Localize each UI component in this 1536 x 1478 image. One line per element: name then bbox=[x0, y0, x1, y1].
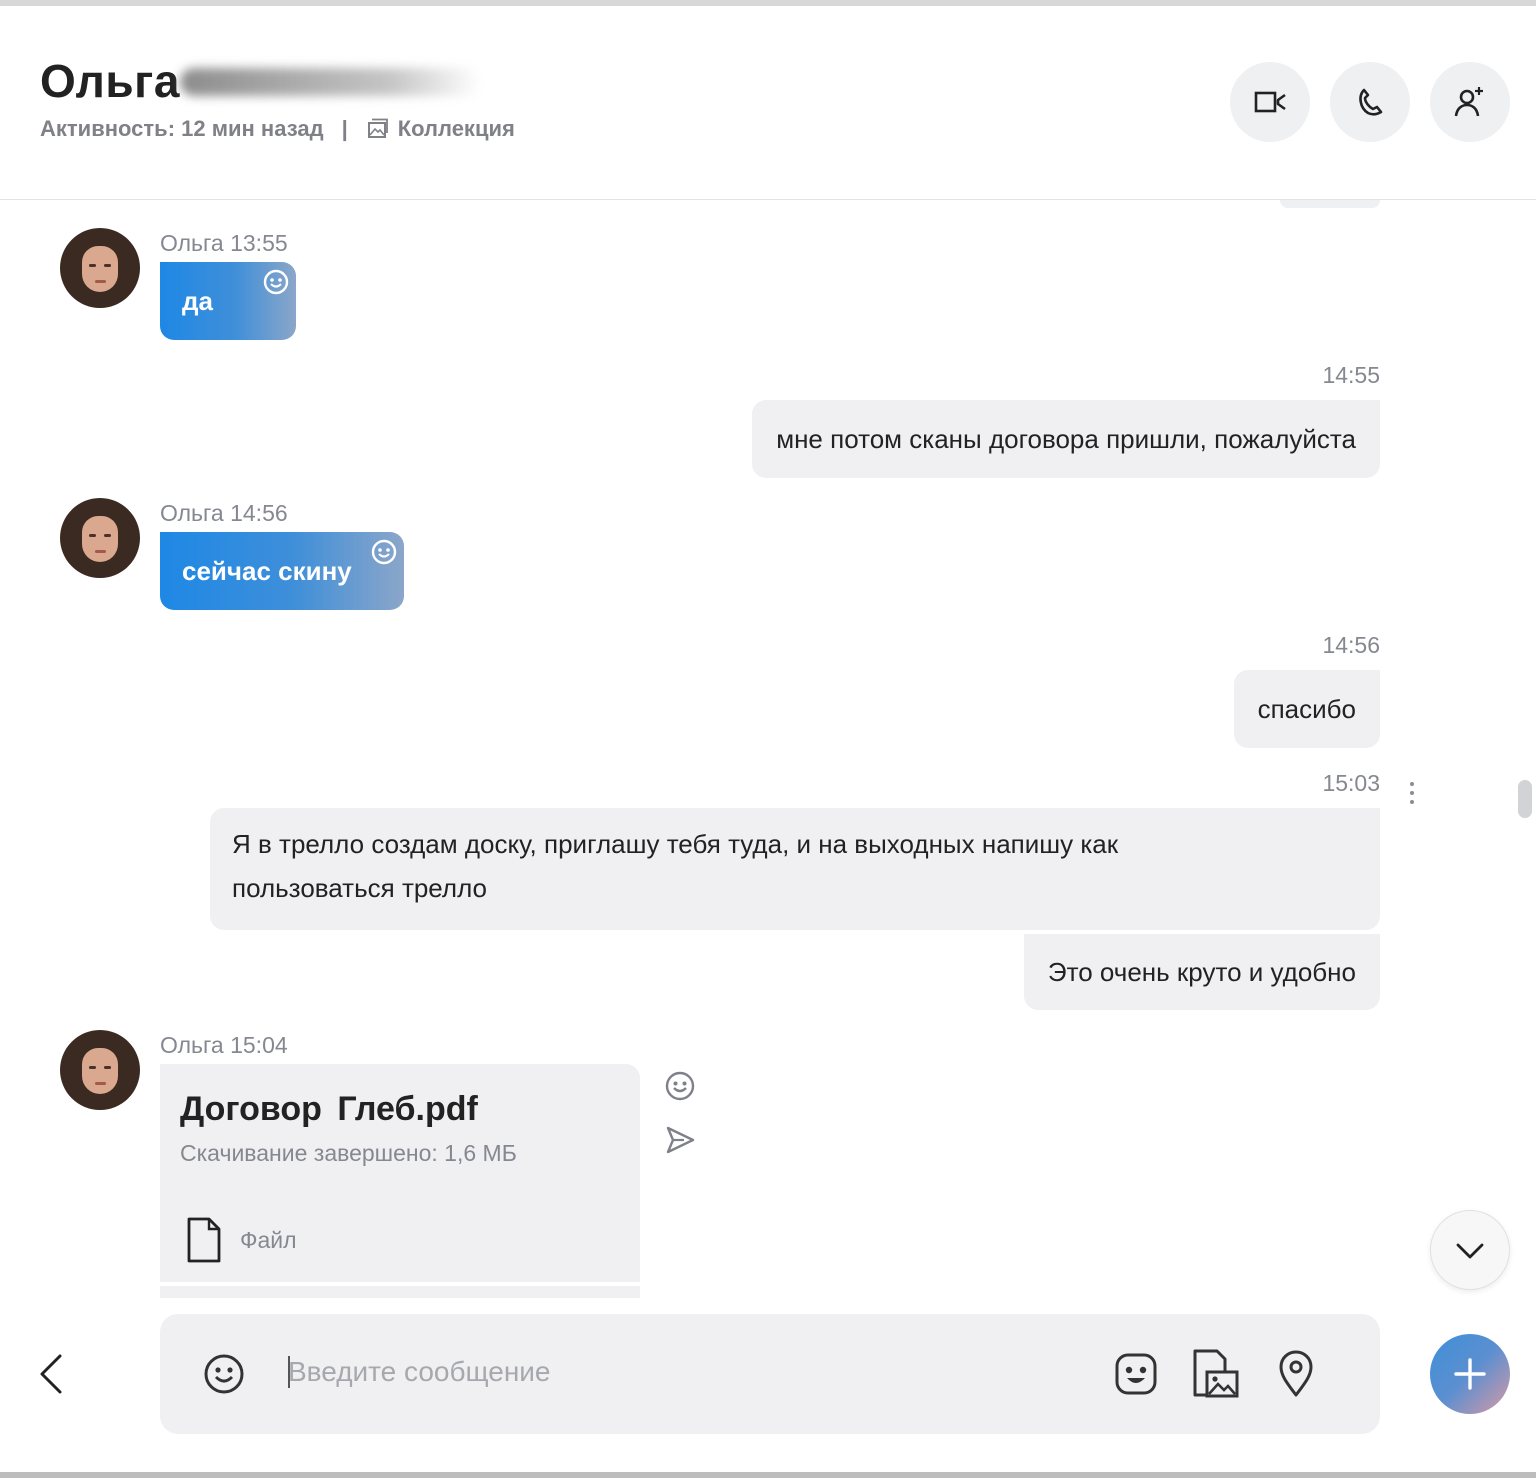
contact-subline: Активность: 12 мин назад | Коллекция bbox=[40, 116, 515, 142]
message-options-icon[interactable] bbox=[1400, 778, 1424, 808]
phone-icon bbox=[1359, 88, 1383, 116]
collection-link[interactable]: Коллекция bbox=[398, 116, 515, 142]
file-attachment-card[interactable]: Договор Глеб.pdf Скачивание завершено: 1… bbox=[160, 1064, 640, 1282]
outgoing-message-bubble[interactable]: мне потом сканы договора пришли, пожалуй… bbox=[752, 400, 1380, 478]
file-name: Договор Глеб.pdf bbox=[180, 1090, 478, 1128]
message-time: 14:55 bbox=[1322, 362, 1380, 388]
message-meta: Ольга 15:04 bbox=[160, 1032, 288, 1058]
chat-header: Ольга Активность: 12 мин назад | Коллекц… bbox=[0, 6, 1536, 200]
contact-name[interactable]: Ольга bbox=[40, 54, 180, 108]
scroll-to-bottom-button[interactable] bbox=[1430, 1210, 1510, 1290]
document-icon bbox=[187, 1217, 221, 1263]
activity-status: Активность: 12 мин назад bbox=[40, 116, 324, 141]
scrollbar-thumb[interactable] bbox=[1518, 780, 1532, 818]
message-list[interactable]: Ольга 13:55 да 14:55 мне потом сканы дог… bbox=[0, 200, 1536, 1300]
forward-icon[interactable] bbox=[664, 1124, 696, 1156]
message-text: сейчас скину bbox=[182, 556, 352, 586]
message-input[interactable] bbox=[288, 1346, 1068, 1398]
back-chevron-icon[interactable] bbox=[32, 1352, 72, 1396]
message-text-line: пользоваться трелло bbox=[232, 873, 487, 903]
emoji-icon[interactable] bbox=[202, 1352, 246, 1396]
sticker-icon[interactable] bbox=[1112, 1348, 1160, 1398]
avatar[interactable] bbox=[60, 228, 140, 308]
location-pin-icon[interactable] bbox=[1272, 1348, 1320, 1398]
audio-call-button[interactable] bbox=[1330, 62, 1410, 142]
add-attachment-button[interactable] bbox=[1430, 1334, 1510, 1414]
file-type-label: Файл bbox=[240, 1226, 297, 1253]
avatar[interactable] bbox=[60, 1030, 140, 1110]
file-card-footer bbox=[160, 1286, 640, 1298]
video-camera-icon bbox=[1254, 91, 1286, 113]
add-participant-button[interactable] bbox=[1430, 62, 1510, 142]
chevron-down-icon bbox=[1456, 1243, 1484, 1259]
add-person-icon bbox=[1454, 87, 1483, 117]
outgoing-message-bubble[interactable]: Это очень круто и удобно bbox=[1023, 934, 1380, 1010]
video-call-button[interactable] bbox=[1230, 62, 1310, 142]
message-text-line: Я в трелло создам доску, приглашу тебя т… bbox=[232, 829, 1119, 859]
plus-icon bbox=[1454, 1358, 1486, 1390]
incoming-message-bubble[interactable]: да bbox=[160, 262, 296, 340]
message-text: Это очень круто и удобно bbox=[1047, 957, 1356, 987]
blurred-surname bbox=[180, 68, 480, 96]
message-meta: Ольга 13:55 bbox=[160, 230, 288, 256]
text-caret bbox=[288, 1356, 290, 1388]
file-status: Скачивание завершено: 1,6 МБ bbox=[180, 1140, 517, 1166]
message-text: спасибо bbox=[1257, 694, 1356, 724]
avatar[interactable] bbox=[60, 498, 140, 578]
message-text: мне потом сканы договора пришли, пожалуй… bbox=[776, 424, 1356, 454]
message-meta: Ольга 14:56 bbox=[160, 500, 288, 526]
message-time: 14:56 bbox=[1322, 632, 1380, 658]
react-emoji-icon[interactable] bbox=[664, 1070, 696, 1102]
message-text: да bbox=[182, 286, 213, 316]
subline-separator: | bbox=[341, 116, 348, 141]
react-emoji-icon[interactable] bbox=[262, 268, 290, 296]
gallery-icon[interactable] bbox=[366, 118, 388, 140]
message-time: 15:03 bbox=[1322, 770, 1380, 796]
outgoing-message-bubble[interactable]: спасибо bbox=[1233, 670, 1380, 748]
message-composer bbox=[160, 1314, 1380, 1434]
file-type: Файл bbox=[186, 1216, 297, 1264]
previous-message-fragment bbox=[1280, 200, 1380, 208]
incoming-message-bubble[interactable]: сейчас скину bbox=[160, 532, 404, 610]
window-bottom-border bbox=[0, 1472, 1536, 1478]
react-emoji-icon[interactable] bbox=[370, 538, 398, 566]
media-icon[interactable] bbox=[1192, 1348, 1240, 1398]
outgoing-message-bubble[interactable]: Я в трелло создам доску, приглашу тебя т… bbox=[210, 808, 1380, 930]
